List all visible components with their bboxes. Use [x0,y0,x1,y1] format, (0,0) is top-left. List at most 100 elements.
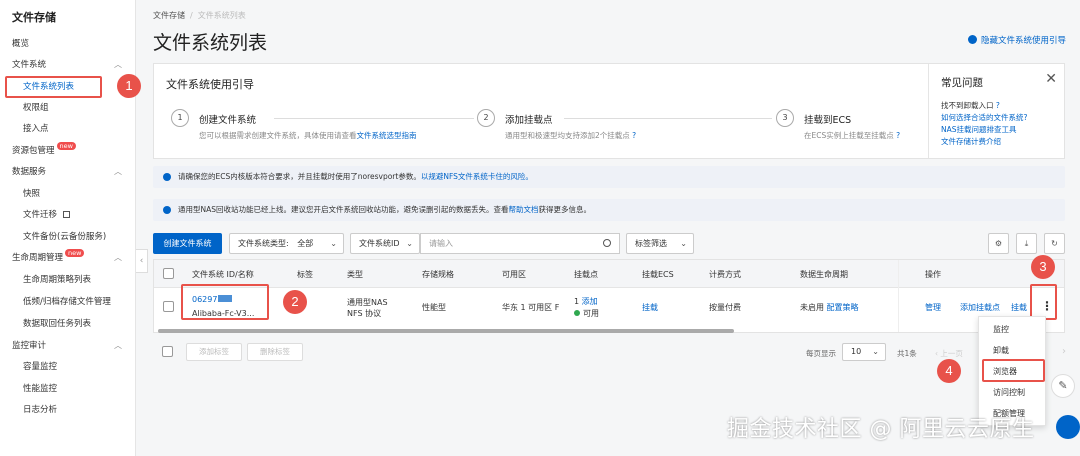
sidebar-item-capacity-monitor[interactable]: 容量监控 [0,357,136,377]
sidebar: 文件存储 概览 文件系统 ︿ 文件系统列表 权限组 接入点 资源包管理 new 数据… [0,0,136,456]
edit-icon[interactable]: ✎ [1051,374,1075,398]
sidebar-item-label: 数据服务 [12,167,47,177]
sidebar-group-filesystem[interactable]: 文件系统 ︿ [0,55,136,75]
search-field-select[interactable]: 文件系统ID ⌄ [350,233,420,254]
column-header: 存储规格 [422,270,454,279]
manage-link[interactable]: 管理 [925,302,941,313]
sidebar-item-lifecycle-policies[interactable]: 生命周期策略列表 [0,270,136,290]
mount-count: 1 添加 [574,296,598,307]
step-title: 挂载到ECS [804,115,852,126]
download-button[interactable]: ⤓ [1016,233,1037,254]
annotation-highlight-2 [181,284,269,320]
add-mount-link[interactable]: 添加 [582,297,598,306]
lifecycle-status-label: 未启用 [800,303,824,312]
refresh-button[interactable]: ↻ [1044,233,1065,254]
menu-item-monitor[interactable]: 监控 [979,319,1045,340]
select-all-checkbox[interactable] [163,268,174,279]
chevron-up-icon: ︿ [114,253,122,262]
configure-policy-link[interactable]: 配置策略 [827,303,859,312]
create-filesystem-button[interactable]: 创建文件系统 [153,233,222,254]
table-header: 文件系统 ID/名称 标签 类型 存储规格 可用区 挂载点 挂载ECS 计费方式… [154,260,1064,288]
breadcrumb-root[interactable]: 文件存储 [153,11,185,20]
external-link-icon [63,211,71,218]
sidebar-item-permission-group[interactable]: 权限组 [0,98,136,118]
fs-selection-guide-link[interactable]: 文件系统选型指南 [357,131,417,140]
column-header: 数据生命周期 [800,270,848,279]
gear-icon: ⚙ [994,239,1003,248]
usage-guide-panel: 文件系统使用引导 1 创建文件系统 您可以根据需求创建文件系统，具体使用请查看文… [153,63,1065,159]
sidebar-group-data-service[interactable]: 数据服务 ︿ [0,162,136,182]
sidebar-item-log-analysis[interactable]: 日志分析 [0,400,136,420]
page-size-value: 10 [851,347,862,356]
info-icon [163,206,171,214]
prev-page-button[interactable]: ‹ 上一页 [935,348,963,359]
column-header: 挂载ECS [642,270,674,279]
search-input[interactable]: 请输入 [420,233,620,254]
faq-item[interactable]: NAS挂载问题排查工具 [941,124,1017,135]
help-icon[interactable]: ? [630,131,636,140]
menu-item-unmount[interactable]: 卸载 [979,340,1045,361]
close-icon[interactable]: ✕ [1045,71,1057,87]
add-mount-point-link[interactable]: 添加挂载点 [960,302,1000,313]
sidebar-item-performance-monitor[interactable]: 性能监控 [0,379,136,399]
faq-panel: 常见问题 ✕ 找不到卸载入口 ? 如何选择合适的文件系统? NAS挂载问题排查工… [928,64,1065,158]
faq-item[interactable]: 文件存储计费介绍 [941,136,1001,147]
sidebar-item-retrieval-tasks[interactable]: 数据取回任务列表 [0,314,136,334]
remove-tag-button[interactable]: 删除标签 [247,343,303,361]
sidebar-item-file-migration[interactable]: 文件迁移 [0,205,136,225]
chevron-right-icon[interactable]: › [1062,346,1066,357]
chevron-up-icon: ︿ [114,167,122,176]
sidebar-item-resource-package[interactable]: 资源包管理 new [0,141,136,161]
chevron-down-icon: ⌄ [680,239,687,248]
faq-item[interactable]: 如何选择合适的文件系统? [941,112,1027,123]
mount-link[interactable]: 挂载 [1011,302,1027,313]
column-header: 标签 [297,270,313,279]
status-ok-icon [574,310,580,316]
annotation-number-3: 3 [1031,255,1055,279]
row-checkbox[interactable] [163,301,174,312]
step-title: 添加挂载点 [505,115,553,126]
add-tag-button[interactable]: 添加标签 [186,343,242,361]
sidebar-group-monitoring[interactable]: 监控审计 ︿ [0,336,136,356]
faq-item[interactable]: 找不到卸载入口 ? [941,100,1000,111]
search-icon[interactable] [603,239,611,247]
hide-guide-link[interactable]: 隐藏文件系统使用引导 [967,34,1066,46]
horizontal-scrollbar[interactable] [158,329,734,333]
mount-ecs-link[interactable]: 挂载 [642,302,658,313]
page-size-select[interactable]: 10 ⌄ [842,343,886,361]
sidebar-item-label: 生命周期管理 [12,253,64,263]
annotation-number-4: 4 [937,359,961,383]
guide-title: 文件系统使用引导 [166,78,254,91]
sidebar-item-overview[interactable]: 概览 [0,34,136,54]
sidebar-item-label: 快照 [23,189,41,199]
prev-page-label: 上一页 [940,349,963,358]
settings-button[interactable]: ⚙ [988,233,1009,254]
sidebar-item-snapshot[interactable]: 快照 [0,184,136,204]
page-title: 文件系统列表 [153,32,268,54]
column-header: 文件系统 ID/名称 [192,270,254,279]
alert-link[interactable]: 以规避NFS文件系统卡住的风险。 [421,172,533,181]
chevron-down-icon: ⌄ [872,347,879,356]
sidebar-item-access-point[interactable]: 接入点 [0,119,136,139]
menu-item-access-control[interactable]: 访问控制 [979,382,1045,403]
type-line2: NFS 协议 [347,309,382,318]
column-header: 挂载点 [574,270,598,279]
type-line1: 通用型NAS [347,298,388,307]
sidebar-item-label: 文件系统 [12,60,47,70]
annotation-number-1: 1 [117,74,141,98]
faq-item-label: 找不到卸载入口 [941,101,994,110]
footer-select-all-checkbox[interactable] [162,346,173,357]
sidebar-group-lifecycle[interactable]: 生命周期管理 new ︿ [0,248,136,268]
filesystem-type-select[interactable]: 文件系统类型: 全部 ⌄ [229,233,344,254]
sidebar-item-archive-file-mgmt[interactable]: 低频/归档存储文件管理 [0,292,136,312]
sidebar-item-file-backup[interactable]: 文件备份(云备份服务) [0,227,136,247]
chevron-down-icon: ⌄ [406,239,413,248]
step-desc: 通用型和极速型均支持添加2个挂载点 ? [505,130,636,141]
breadcrumb: 文件存储 / 文件系统列表 [153,10,246,21]
sidebar-item-label: 文件备份(云备份服务) [23,232,107,242]
help-doc-link[interactable]: 帮助文档 [509,205,539,214]
help-icon[interactable]: ? [894,131,900,140]
assistant-icon[interactable] [1056,415,1080,439]
sidebar-collapse-button[interactable]: ‹ [136,249,148,273]
tag-filter-select[interactable]: 标签筛选 ⌄ [626,233,694,254]
